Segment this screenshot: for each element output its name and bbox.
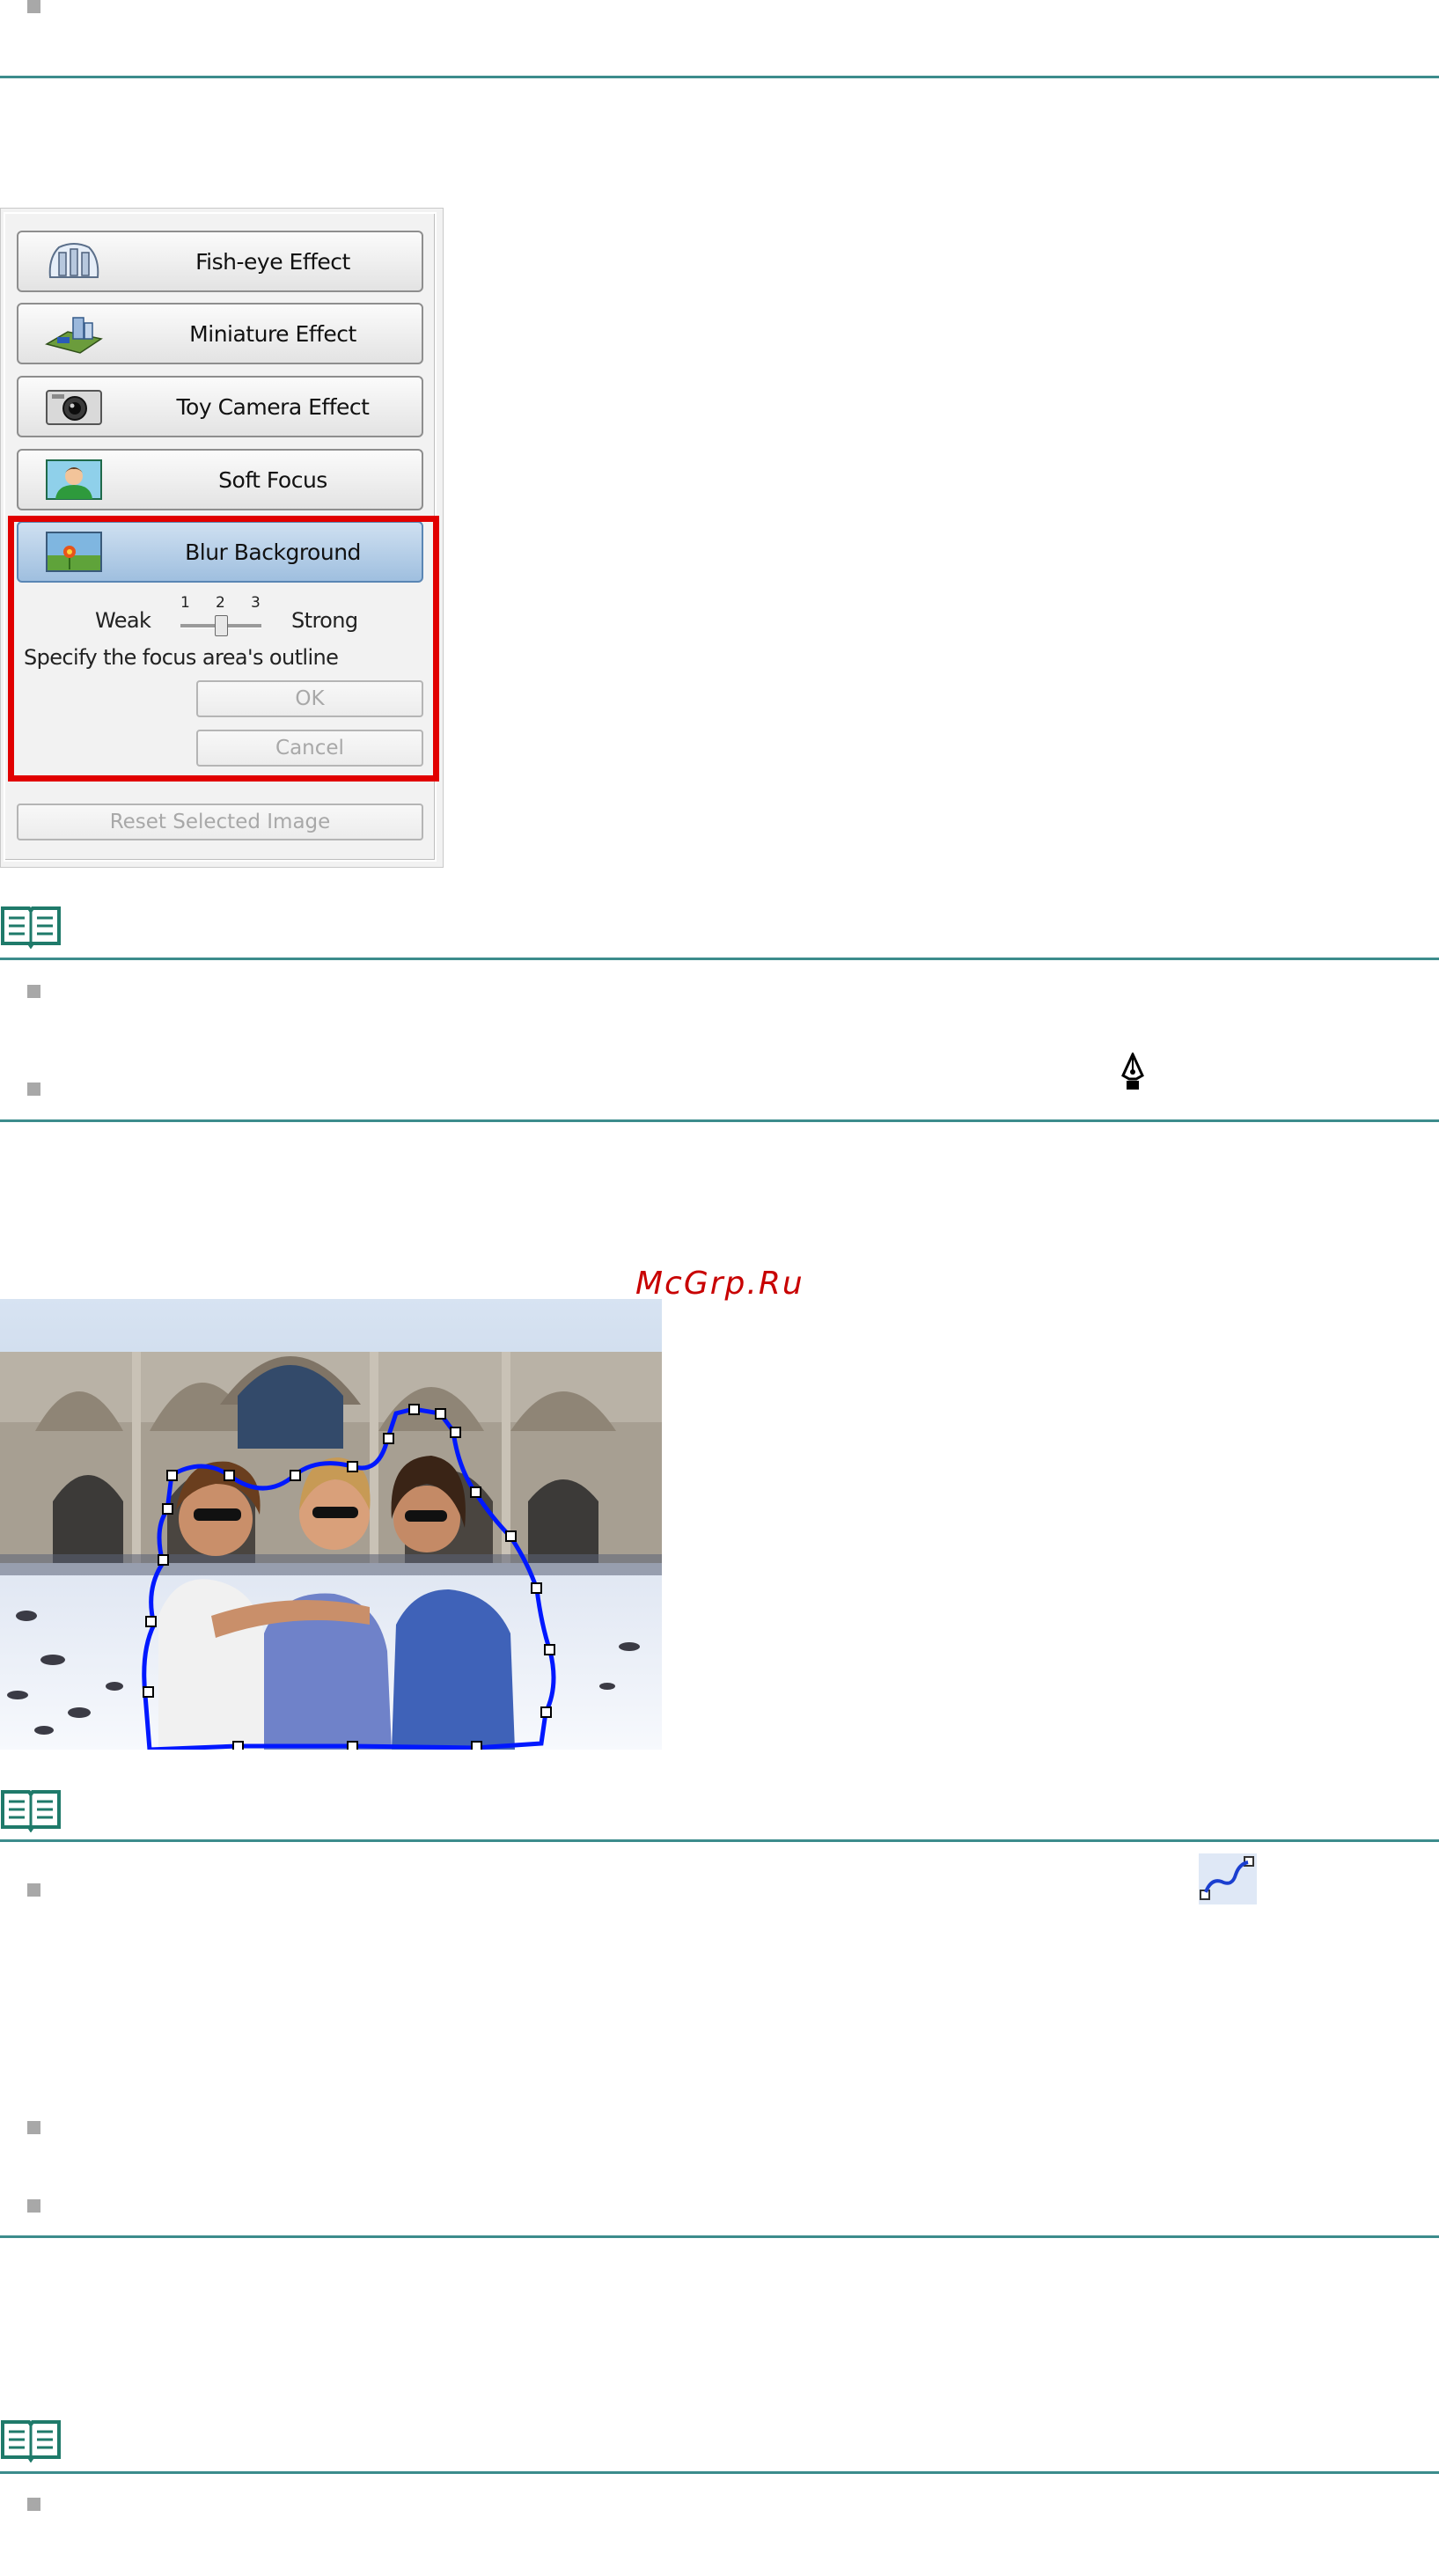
blur-background-highlight-box bbox=[8, 516, 439, 782]
note-divider-top bbox=[0, 2471, 1439, 2474]
note-book-icon bbox=[1, 2420, 61, 2462]
list-bullet bbox=[27, 985, 40, 998]
list-bullet bbox=[27, 2121, 40, 2134]
soft-focus-button[interactable]: Soft Focus bbox=[17, 449, 423, 510]
toy-camera-effect-button[interactable]: Toy Camera Effect bbox=[17, 376, 423, 437]
list-bullet bbox=[27, 1883, 40, 1897]
camera-icon bbox=[46, 390, 102, 425]
watermark-text: McGrp.Ru bbox=[635, 1266, 804, 1302]
sample-photo bbox=[0, 1299, 662, 1750]
note-divider-top bbox=[0, 1839, 1439, 1842]
list-bullet bbox=[27, 2199, 40, 2213]
photo-illustration bbox=[0, 1299, 662, 1750]
note-divider-bottom bbox=[0, 2235, 1439, 2238]
pen-tool-icon bbox=[1121, 1053, 1144, 1090]
list-bullet bbox=[27, 2498, 40, 2511]
miniature-icon bbox=[45, 317, 103, 354]
curve-tool-icon bbox=[1199, 1853, 1257, 1904]
fish-eye-effect-button[interactable]: Fish-eye Effect bbox=[17, 231, 423, 292]
section-divider bbox=[0, 76, 1439, 78]
note-divider-bottom bbox=[0, 1119, 1439, 1122]
effect-label: Toy Camera Effect bbox=[176, 393, 370, 420]
list-bullet bbox=[27, 0, 40, 13]
note-book-icon bbox=[1, 1790, 61, 1832]
list-bullet bbox=[27, 1083, 40, 1096]
effect-label: Miniature Effect bbox=[189, 320, 356, 347]
portrait-icon bbox=[46, 459, 102, 500]
effect-label: Soft Focus bbox=[218, 466, 327, 493]
note-book-icon bbox=[1, 906, 61, 949]
miniature-effect-button[interactable]: Miniature Effect bbox=[17, 303, 423, 364]
fish-eye-icon bbox=[48, 243, 99, 278]
effect-label: Fish-eye Effect bbox=[195, 248, 350, 275]
reset-selected-image-button[interactable]: Reset Selected Image bbox=[17, 804, 423, 840]
note-divider-top bbox=[0, 958, 1439, 960]
